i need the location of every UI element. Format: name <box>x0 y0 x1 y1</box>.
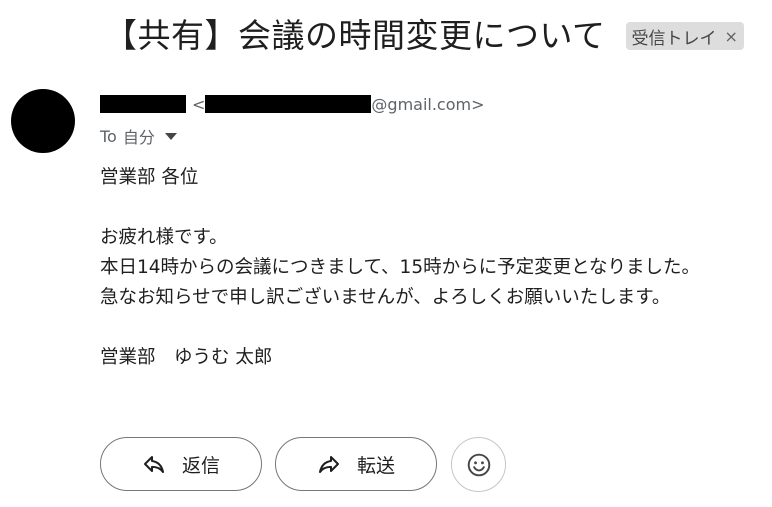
inbox-label-chip[interactable]: 受信トレイ × <box>625 22 744 50</box>
recipient-line[interactable]: To 自分 <box>100 124 177 148</box>
reply-label: 返信 <box>181 454 220 477</box>
caret-down-icon[interactable] <box>164 132 177 140</box>
body-line: 本日14時からの会議につきまして、15時からに予定変更となりました。 <box>100 257 701 278</box>
smiley-icon <box>467 453 490 476</box>
forward-button[interactable]: 転送 <box>275 437 437 491</box>
subject-row: 【共有】会議の時間変更について 受信トレイ × <box>104 6 764 66</box>
to-prefix: To <box>100 126 117 146</box>
sender-avatar[interactable] <box>11 89 75 153</box>
body-line <box>100 313 760 343</box>
body-line: お疲れ様です。 <box>100 227 228 248</box>
forward-label: 転送 <box>356 454 395 477</box>
redacted-sender-name <box>100 95 186 113</box>
email-body: 営業部 各位 お疲れ様です。 本日14時からの会議につきまして、15時からに予定… <box>100 163 760 373</box>
sender-email-domain: @gmail.com> <box>371 94 485 114</box>
to-recipient: 自分 <box>122 128 155 147</box>
reply-arrow-icon <box>143 456 164 473</box>
sender-email-open: < <box>192 94 206 114</box>
forward-arrow-icon <box>318 456 339 473</box>
body-line: 営業部 各位 <box>100 167 199 188</box>
email-subject: 【共有】会議の時間変更について <box>104 16 606 55</box>
emoji-reaction-button[interactable] <box>451 437 506 492</box>
remove-label-icon[interactable]: × <box>725 27 738 46</box>
inbox-label-text: 受信トレイ <box>631 28 717 49</box>
sender-line: < @gmail.com> <box>100 92 485 116</box>
body-line <box>100 193 760 223</box>
body-line: 営業部 ゆうむ 太郎 <box>100 347 273 368</box>
reply-button[interactable]: 返信 <box>100 437 262 491</box>
body-line: 急なお知らせで申し訳ございませんが、よろしくお願いいたします。 <box>100 287 671 308</box>
redacted-sender-email <box>205 95 372 113</box>
